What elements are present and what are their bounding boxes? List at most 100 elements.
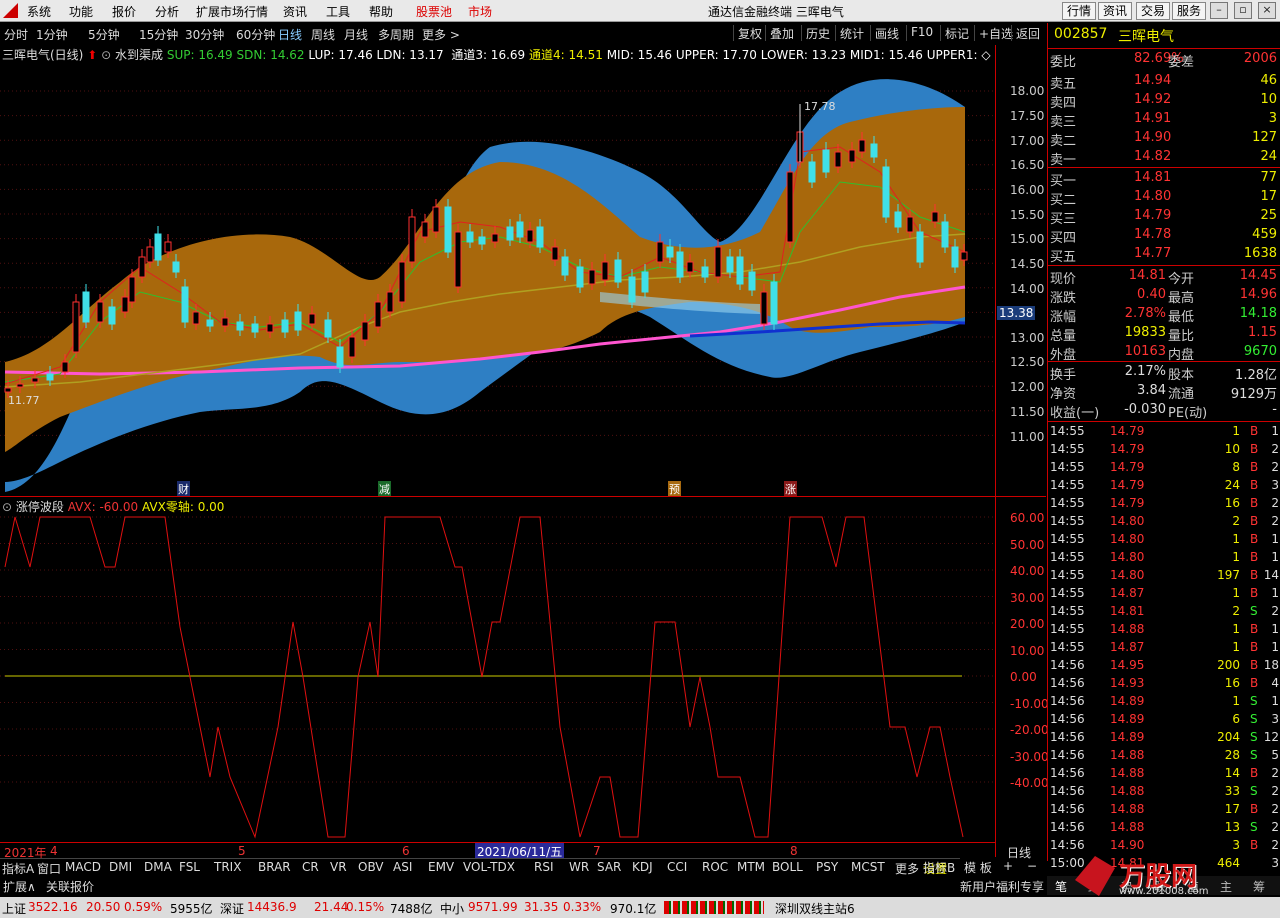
bid-row[interactable]: 买一 14.81 77 [1050, 169, 1279, 189]
bid-price: 14.80 [1134, 189, 1172, 204]
tick-row: 14:55 14.88 1 B 1 [1050, 621, 1279, 639]
tool-stats[interactable]: 统计 [835, 25, 868, 41]
indicator-tab-20[interactable]: MTM [737, 860, 765, 874]
indicator-tab-9[interactable]: VR [330, 860, 347, 874]
panel-tab-6[interactable]: 筹 [1253, 878, 1265, 895]
event-reduce[interactable]: 减 [378, 481, 391, 497]
indicator-tab-7[interactable]: BRAR [258, 860, 291, 874]
bid-row[interactable]: 买二 14.80 17 [1050, 188, 1279, 208]
ask-row[interactable]: 卖三 14.91 3 [1050, 110, 1279, 130]
period-30min[interactable]: 30分钟 [185, 26, 224, 43]
indicator-tab-6[interactable]: TRIX [214, 860, 241, 874]
indicator-tab-11[interactable]: ASI [393, 860, 412, 874]
indicator-tab-2[interactable]: MACD [65, 860, 101, 874]
period-monthly[interactable]: 月线 [344, 26, 368, 43]
menu-analysis[interactable]: 分析 [155, 3, 179, 20]
tool-draw[interactable]: 画线 [870, 25, 903, 41]
indicator-tab-16[interactable]: SAR [597, 860, 621, 874]
menu-tools[interactable]: 工具 [326, 3, 350, 20]
menu-quote[interactable]: 报价 [112, 3, 136, 20]
tool-restore-rights[interactable]: 复权 [733, 25, 766, 41]
panel-tab-1[interactable]: 细 [1088, 878, 1100, 895]
bid-row[interactable]: 买三 14.79 25 [1050, 207, 1279, 227]
trade-button[interactable]: 交易 [1136, 2, 1170, 20]
info-button[interactable]: 资讯 [1098, 2, 1132, 20]
indicator-tab-3[interactable]: DMI [109, 860, 132, 874]
menu-stock-pool[interactable]: 股票池 [416, 3, 452, 20]
indicator-tab-21[interactable]: BOLL [772, 860, 803, 874]
indicator-tab-22[interactable]: PSY [816, 860, 838, 874]
related-quote-tab[interactable]: 关联报价 [46, 878, 94, 895]
indicator-tab-1[interactable]: 窗口 [37, 860, 61, 877]
menu-ext-market[interactable]: 扩展市场行情 [196, 3, 268, 20]
promo-link[interactable]: 新用户福利专享 [960, 878, 1044, 895]
menu-system[interactable]: 系统 [27, 3, 51, 20]
indicator-tab-10[interactable]: OBV [358, 860, 384, 874]
quote-button[interactable]: 行情 [1062, 2, 1096, 20]
menu-market[interactable]: 市场 [468, 3, 492, 20]
collapse-icon[interactable]: ⊙ [101, 48, 111, 62]
remove-pane-icon[interactable]: − [1027, 859, 1037, 873]
indicator-tab-5[interactable]: FSL [179, 860, 200, 874]
indicator-tab-0[interactable]: 指标A [2, 860, 34, 877]
kline-chart[interactable]: 17.78 11.77 [0, 62, 1046, 496]
indicator-tab-23[interactable]: MCST [851, 860, 885, 874]
menu-function[interactable]: 功能 [69, 3, 93, 20]
period-1min[interactable]: 1分钟 [36, 26, 68, 43]
tool-overlay[interactable]: 叠加 [765, 25, 798, 41]
close-icon[interactable]: × [1258, 2, 1276, 19]
indicator-tab-17[interactable]: KDJ [632, 860, 653, 874]
restore-icon[interactable]: ▫ [1234, 2, 1252, 19]
event-finance[interactable]: 财 [177, 481, 190, 497]
add-pane-icon[interactable]: + [1003, 859, 1013, 873]
tool-f10[interactable]: F10 [906, 25, 937, 41]
panel-tab-5[interactable]: 主 [1220, 878, 1232, 895]
indicator-tab-13[interactable]: VOL-TDX [463, 860, 515, 874]
indicator-tab-15[interactable]: WR [569, 860, 589, 874]
period-weekly[interactable]: 周线 [311, 26, 335, 43]
bid-row[interactable]: 买五 14.77 1638 [1050, 245, 1279, 265]
period-tick[interactable]: 分时 [4, 26, 28, 43]
indicator-tab-24[interactable]: 更多 [895, 860, 919, 877]
panel-tab-2[interactable]: 势 [1121, 878, 1133, 895]
minimize-icon[interactable]: – [1210, 2, 1228, 19]
ask-row[interactable]: 卖二 14.90 127 [1050, 129, 1279, 149]
indicator-tab-19[interactable]: ROC [702, 860, 728, 874]
indicator-b-tab[interactable]: 指标B [923, 859, 955, 876]
indicator-tab-14[interactable]: RSI [534, 860, 554, 874]
service-button[interactable]: 服务 [1172, 2, 1206, 20]
indicator-tab-18[interactable]: CCI [667, 860, 687, 874]
zx-label[interactable]: 中小 [440, 900, 464, 917]
ext-toggle[interactable]: 扩展∧ [3, 878, 36, 895]
bid-row[interactable]: 买四 14.78 459 [1050, 226, 1279, 246]
ask-row[interactable]: 卖一 14.82 24 [1050, 148, 1279, 168]
period-15min[interactable]: 15分钟 [139, 26, 178, 43]
period-daily[interactable]: 日线 [278, 26, 302, 43]
candle-body [154, 233, 162, 261]
server-name[interactable]: 深圳双线主站6 [775, 900, 855, 917]
indicator-tab-8[interactable]: CR [302, 860, 319, 874]
period-more[interactable]: 更多 > [422, 26, 460, 43]
sz-label[interactable]: 深证 [220, 900, 244, 917]
template-tab[interactable]: 模 板 [964, 859, 992, 876]
event-rise[interactable]: 涨 [784, 481, 797, 497]
tool-history[interactable]: 历史 [801, 25, 834, 41]
ask-row[interactable]: 卖四 14.92 10 [1050, 91, 1279, 111]
panel-tab-3[interactable]: 联 [1154, 878, 1166, 895]
panel-tab-0[interactable]: 笔 [1055, 878, 1067, 895]
period-5min[interactable]: 5分钟 [88, 26, 120, 43]
sh-label[interactable]: 上证 [2, 900, 26, 917]
oscillator-chart[interactable] [0, 497, 996, 842]
panel-tab-4[interactable]: 值 [1187, 878, 1199, 895]
menu-info[interactable]: 资讯 [283, 3, 307, 20]
period-multi[interactable]: 多周期 [378, 26, 414, 43]
tool-back[interactable]: 返回 [1011, 25, 1044, 41]
tool-mark[interactable]: 标记 [940, 25, 973, 41]
ask-row[interactable]: 卖五 14.94 46 [1050, 72, 1279, 92]
indicator-tab-12[interactable]: EMV [428, 860, 454, 874]
period-60min[interactable]: 60分钟 [236, 26, 275, 43]
sh-pct: 0.59% [124, 900, 163, 914]
event-forecast[interactable]: 预 [668, 481, 681, 497]
menu-help[interactable]: 帮助 [369, 3, 393, 20]
indicator-tab-4[interactable]: DMA [144, 860, 172, 874]
